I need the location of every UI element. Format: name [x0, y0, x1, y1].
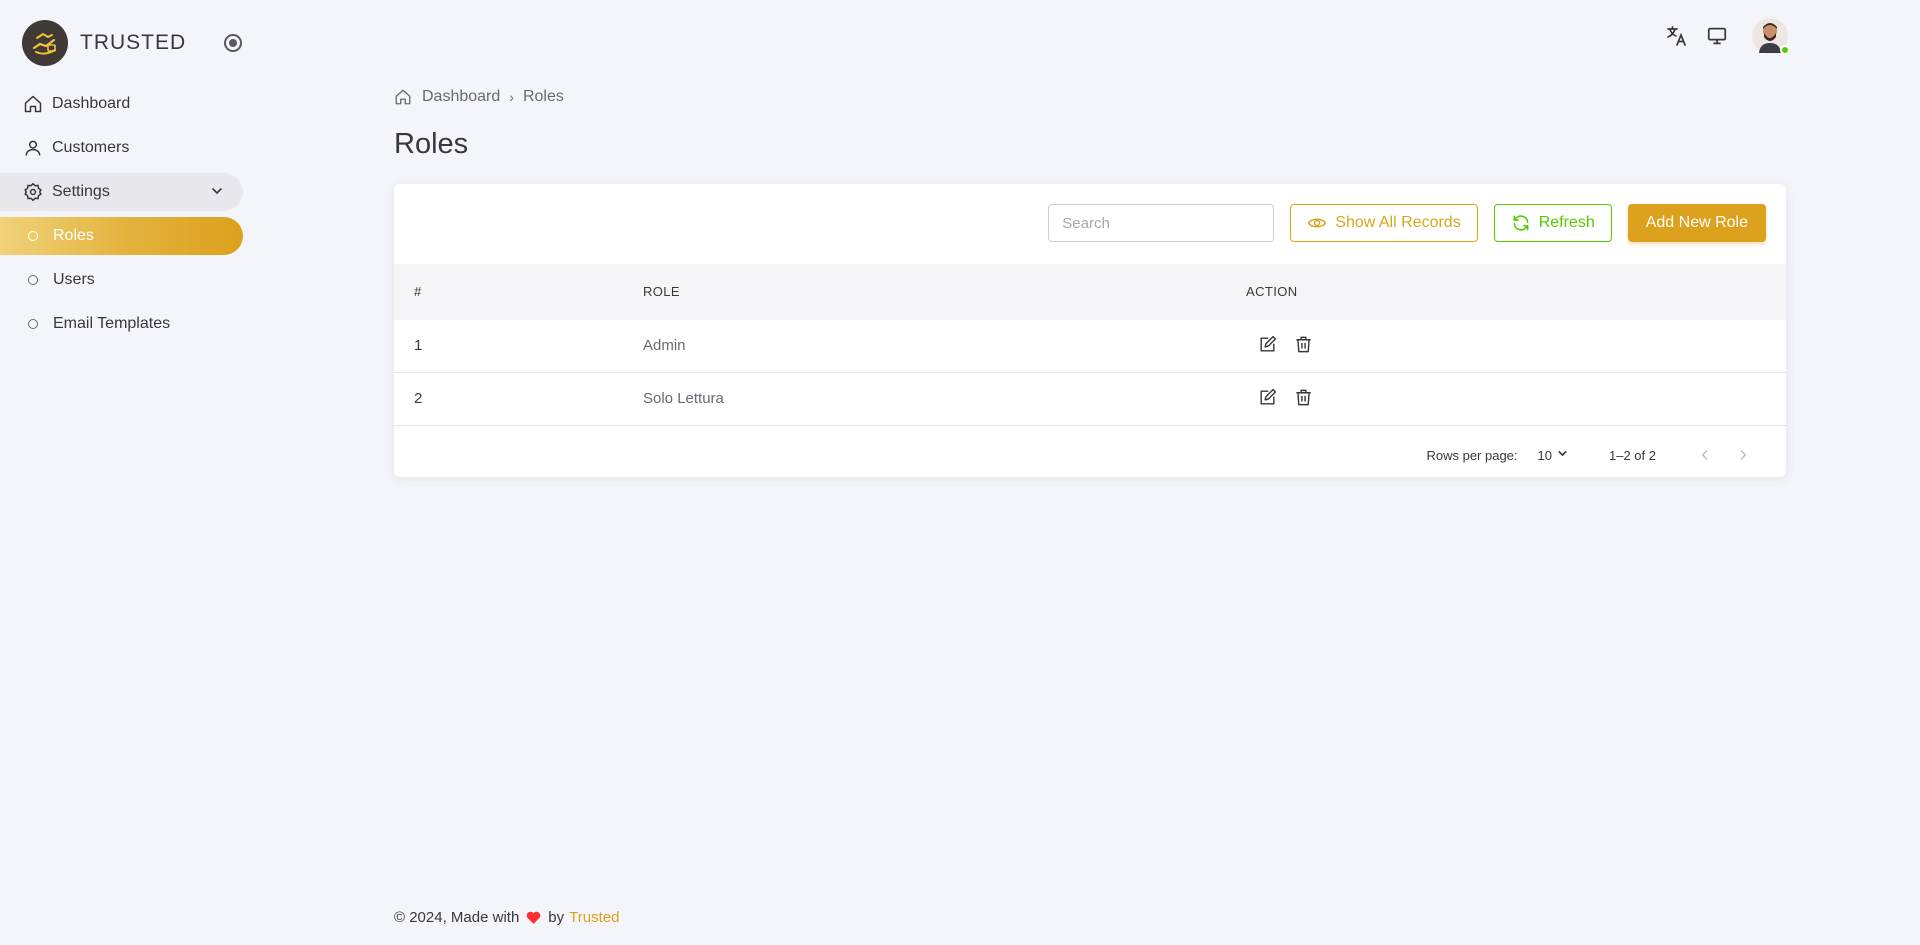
row-role-name: Admin [643, 337, 686, 354]
sidebar-pin-toggle-icon[interactable] [224, 34, 242, 52]
settings-gear-icon [22, 181, 44, 203]
delete-trash-icon[interactable] [1292, 386, 1314, 408]
sidebar-nav: Dashboard Customers Settings Roles Users [0, 85, 243, 349]
row-actions [1256, 386, 1314, 408]
footer-trusted-link[interactable]: Trusted [569, 909, 619, 926]
rows-per-page-value: 10 [1537, 447, 1552, 463]
online-status-dot [1780, 45, 1790, 55]
search-input[interactable] [1048, 204, 1275, 242]
sidebar-item-label: Settings [52, 183, 110, 200]
monitor-theme-icon[interactable] [1704, 23, 1730, 49]
sidebar-item-label: Roles [53, 227, 94, 244]
delete-trash-icon[interactable] [1292, 333, 1314, 355]
home-icon [22, 93, 44, 115]
refresh-label: Refresh [1538, 214, 1595, 231]
user-icon [22, 137, 44, 159]
topbar-actions [1664, 18, 1790, 55]
brand-logo [22, 20, 68, 66]
edit-icon[interactable] [1256, 333, 1278, 355]
column-header-role: ROLE [643, 284, 681, 299]
breadcrumb-separator: › [509, 89, 514, 105]
page-title: Roles [394, 128, 469, 160]
column-header-number: # [414, 284, 422, 299]
sidebar-item-label: Customers [52, 139, 130, 156]
rows-per-page-label: Rows per page: [1426, 447, 1518, 463]
breadcrumb-current: Roles [522, 88, 564, 105]
refresh-button[interactable]: Refresh [1493, 204, 1612, 242]
sidebar-item-users[interactable]: Users [0, 261, 243, 299]
breadcrumb-dashboard-link[interactable]: Dashboard [422, 88, 500, 106]
sidebar-item-label: Users [53, 271, 95, 288]
row-role-name: Solo Lettura [643, 390, 724, 407]
next-page-chevron-icon[interactable] [1730, 442, 1756, 468]
sidebar-item-settings[interactable]: Settings [0, 173, 243, 211]
sidebar-item-roles[interactable]: Roles [0, 217, 243, 255]
sidebar-item-customers[interactable]: Customers [0, 129, 243, 167]
edit-icon[interactable] [1256, 386, 1278, 408]
add-new-role-button[interactable]: Add New Role [1627, 204, 1766, 242]
refresh-icon [1511, 213, 1531, 233]
sidebar-item-label: Email Templates [53, 315, 171, 332]
brand-name: TRUSTED [80, 31, 187, 54]
breadcrumb: Dashboard › Roles [394, 88, 564, 106]
brand[interactable]: TRUSTED [22, 20, 186, 66]
pagination: Rows per page: 10 1–2 of 2 [1426, 442, 1756, 468]
circle-dot-icon [28, 319, 38, 329]
user-avatar[interactable] [1752, 18, 1790, 55]
show-all-records-label: Show All Records [1335, 214, 1461, 231]
column-header-action: ACTION [1246, 284, 1298, 299]
footer: © 2024, Made with by Trusted [394, 909, 619, 926]
sidebar-item-email-templates[interactable]: Email Templates [0, 305, 243, 343]
sidebar-item-label: Dashboard [52, 95, 131, 112]
previous-page-chevron-icon[interactable] [1692, 442, 1718, 468]
rows-per-page-select[interactable]: 10 [1538, 447, 1573, 463]
table-row: 2 Solo Lettura [394, 373, 1786, 426]
footer-by: by [548, 909, 565, 926]
sidebar: TRUSTED Dashboard Customers Settings Rol… [0, 0, 260, 945]
pagination-range: 1–2 of 2 [1609, 447, 1656, 463]
translate-icon[interactable] [1664, 23, 1690, 49]
chevron-down-icon [209, 183, 225, 204]
eye-icon [1307, 213, 1327, 233]
circle-dot-icon [28, 231, 38, 241]
table-header: # ROLE ACTION [394, 264, 1786, 320]
chevron-down-icon [1556, 447, 1569, 463]
heart-icon [525, 909, 542, 926]
table-row: 1 Admin [394, 320, 1786, 373]
table-toolbar: Show All Records Refresh Add New Role [1048, 204, 1766, 242]
row-number: 1 [414, 337, 423, 354]
show-all-records-button[interactable]: Show All Records [1290, 204, 1478, 242]
roles-card: Show All Records Refresh Add New Role # … [394, 184, 1786, 477]
sidebar-item-dashboard[interactable]: Dashboard [0, 85, 243, 123]
home-icon[interactable] [394, 88, 412, 106]
row-number: 2 [414, 390, 423, 407]
circle-dot-icon [28, 275, 38, 285]
footer-copyright: © 2024, Made with [394, 909, 520, 926]
row-actions [1256, 333, 1314, 355]
